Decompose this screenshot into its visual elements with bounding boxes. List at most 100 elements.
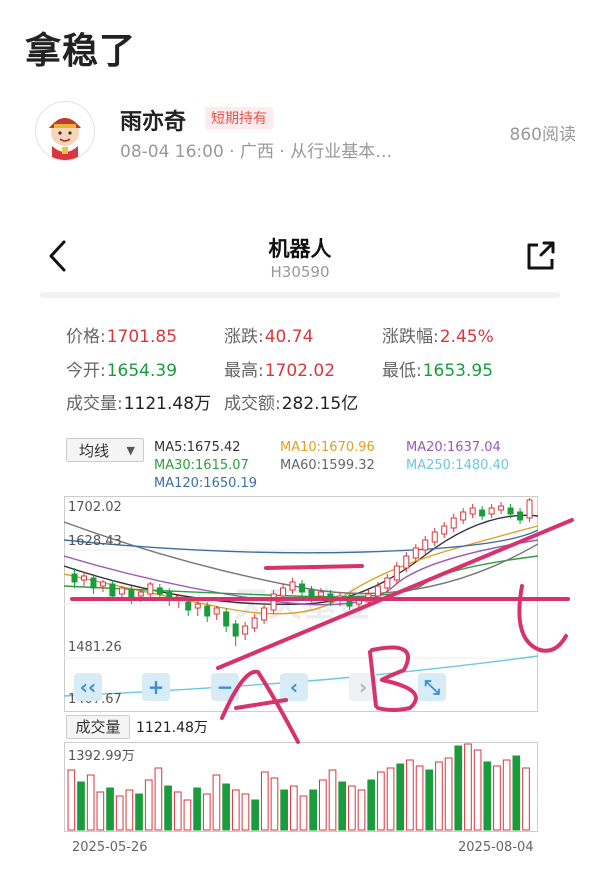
price-field: 价格:1701.85 [66,327,178,347]
volume-bar [135,793,143,831]
volume-bar [522,767,530,831]
candle-body [223,611,230,627]
price-value: 1701.85 [106,327,178,347]
candle-body [308,589,315,599]
ma60-label: MA60:1599.32 [280,458,375,473]
price-axis-mid: 1628.43 [68,534,122,549]
volume-axis-max: 1392.99万 [68,749,135,764]
volume-bar [222,783,230,831]
stock-code: H30590 [270,263,330,281]
volume-bar [289,785,298,831]
candle-body [147,583,154,595]
high-field: 最高:1702.02 [224,361,336,381]
open-field: 今开:1654.39 [66,361,178,381]
date-start: 2025-05-26 [72,840,148,855]
candle-body [460,511,467,521]
candle-body [109,583,116,597]
change-field: 涨跌:40.74 [224,327,314,347]
candle-body [450,517,457,529]
volume-bar [77,781,85,831]
volume-indicator-button[interactable]: 成交量 [66,715,130,739]
volume-bar [415,765,424,831]
candle-body [374,585,381,597]
volume-bar [202,793,211,831]
candle-body [346,597,353,607]
candle-body [118,587,125,595]
candle-body [336,595,343,601]
volume-bar [386,767,395,831]
ma-select-label: 均线 [79,442,110,460]
volume-chart[interactable] [64,742,538,832]
candle-body [517,511,524,521]
candle-body [507,507,514,515]
volume-bar [144,779,153,831]
zoom-out-button[interactable]: − [211,673,239,701]
amount-value: 282.15亿 [281,394,359,414]
volume-bar [241,793,250,831]
volume-bar [270,777,279,831]
volume-bar [212,774,221,831]
volume-value: 1121.48万 [123,394,212,414]
candle-body [431,531,438,543]
candle-body [299,583,306,593]
candle-body [251,617,258,629]
candle-body [185,601,192,611]
volume-bar [231,789,240,831]
candle-body [526,499,533,519]
volume-bar [464,743,472,831]
candle-body [204,605,211,617]
ma-select[interactable]: 均线 ▼ [66,438,144,462]
date-end: 2025-08-04 [458,840,534,855]
candle-body [384,577,391,589]
candle-body [479,509,486,517]
ma30-label: MA30:1615.07 [154,458,249,473]
candle-body [365,593,372,603]
volume-bar [125,789,134,831]
volume-bar [106,787,114,831]
ma5-label: MA5:1675.42 [154,440,241,455]
author-name[interactable]: 雨亦奇 [120,104,186,136]
candle-body [441,525,448,535]
volume-bar [309,789,318,831]
rewind-button[interactable]: ‹‹ [74,673,102,701]
candle-body [412,547,419,559]
candle-body [137,591,144,597]
candle-body [317,591,324,597]
candle-body [213,607,220,615]
candle-body [270,593,277,611]
candle-body [166,591,173,601]
candle-body [488,507,495,515]
candle-body [261,607,268,621]
volume-bar [396,763,405,831]
volume-bar [493,765,501,831]
candle-body [289,581,296,591]
volume-bar [425,769,434,831]
change-pct-field: 涨跌幅:2.45% [382,327,494,347]
candle-body [232,623,239,637]
post-meta: 08-04 16:00 · 广西 · 从行业基本… [120,142,393,162]
author-avatar[interactable] [35,101,95,161]
candle-body [194,603,201,609]
candle-body [280,587,287,597]
caret-down-icon: ▼ [126,444,135,457]
fullscreen-button[interactable]: ⤡ [418,673,446,701]
change-pct-value: 2.45% [439,327,494,347]
volume-bar [357,789,366,831]
price-axis-top: 1702.02 [68,500,122,515]
prev-button[interactable]: ‹ [280,673,308,701]
ma10-label: MA10:1670.96 [280,440,375,455]
candle-body [403,555,410,569]
volume-bar [435,761,443,831]
volume-bar [502,759,511,831]
next-button[interactable]: › [349,673,377,701]
zoom-in-button[interactable]: + [142,673,170,701]
ma120-label: MA120:1650.19 [154,476,258,491]
volume-bar [319,779,327,831]
volume-bar [96,791,105,831]
volume-bar [512,755,521,831]
candle-body [71,573,78,583]
high-value: 1702.02 [264,361,336,381]
volume-bar [164,785,172,831]
share-icon[interactable] [522,238,558,274]
candle-body [156,587,163,595]
